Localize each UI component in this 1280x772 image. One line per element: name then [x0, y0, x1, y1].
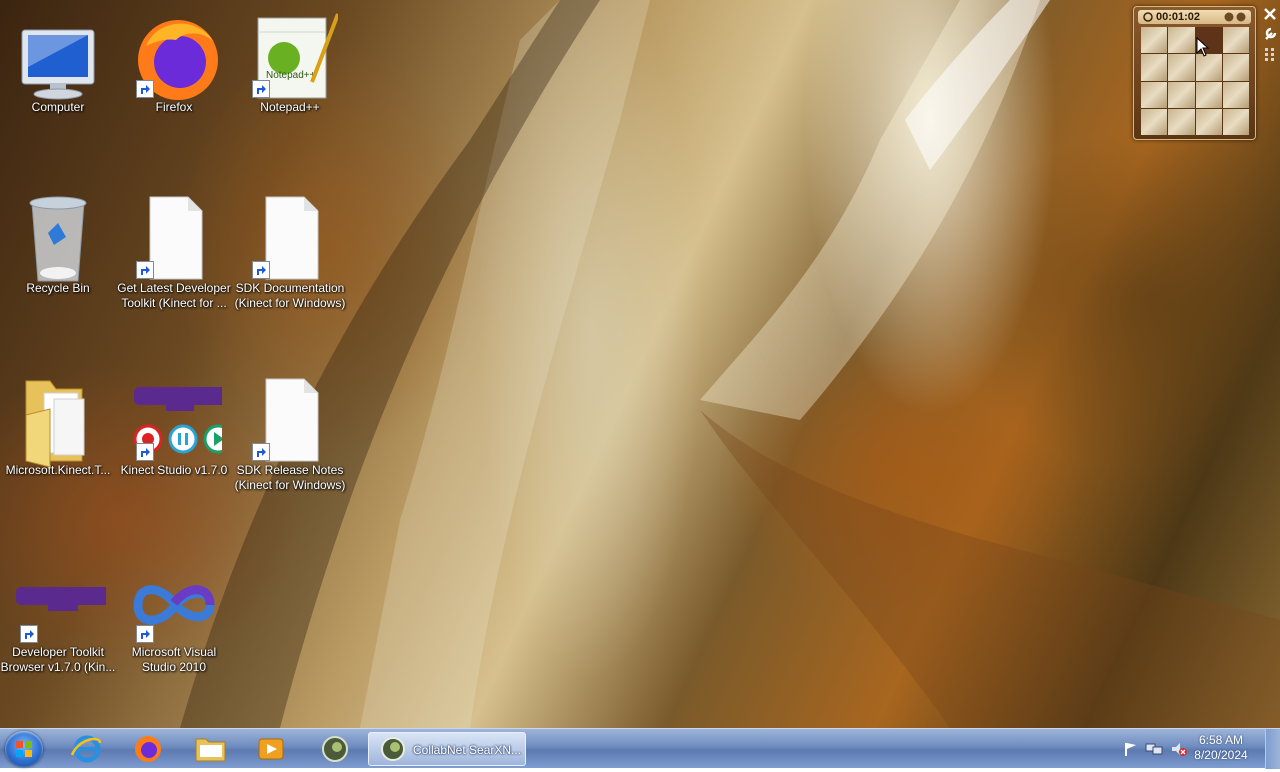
- taskbar-pinned-internet-explorer[interactable]: [70, 733, 104, 765]
- gadget-help-icon[interactable]: [1224, 12, 1248, 22]
- puzzle-gadget[interactable]: 00:01:02: [1133, 6, 1256, 140]
- desktop-icon-computer[interactable]: Computer: [0, 12, 116, 115]
- taskbar-clock[interactable]: 6:58 AM 8/20/2024: [1186, 733, 1256, 763]
- clock-time: 6:58 AM: [1198, 733, 1244, 747]
- puzzle-grid[interactable]: [1141, 27, 1249, 135]
- collabnet-icon: [381, 737, 405, 761]
- puzzle-tile[interactable]: [1168, 108, 1195, 135]
- shortcut-arrow-icon: [136, 625, 154, 643]
- gadget-side-controls: [1262, 6, 1278, 66]
- desktop-icon-kinect-studio[interactable]: Kinect Studio v1.7.0: [116, 375, 233, 478]
- shortcut-arrow-icon: [252, 261, 270, 279]
- desktop-icon-label: SDK Documentation (Kinect for Windows): [234, 281, 346, 310]
- puzzle-tile[interactable]: [1168, 54, 1195, 81]
- puzzle-tile[interactable]: [1222, 27, 1249, 54]
- gadget-timer-bar: 00:01:02: [1138, 10, 1251, 24]
- internet-explorer-icon: [70, 735, 102, 763]
- taskbar-pinned-media-player[interactable]: [254, 733, 288, 765]
- firefox-icon: [135, 736, 161, 762]
- puzzle-tile[interactable]: [1168, 81, 1195, 108]
- puzzle-tile[interactable]: [1141, 108, 1168, 135]
- taskbar-active-window[interactable]: CollabNet SearXN...: [368, 732, 526, 766]
- show-desktop-button[interactable]: [1265, 729, 1280, 769]
- start-button[interactable]: [5, 731, 43, 767]
- shortcut-arrow-icon: [136, 443, 154, 461]
- puzzle-tile[interactable]: [1195, 81, 1222, 108]
- desktop-icon-label: Get Latest Developer Toolkit (Kinect for…: [117, 281, 231, 310]
- taskbar-pinned-collabnet[interactable]: [318, 733, 352, 765]
- puzzle-tile[interactable]: [1141, 54, 1168, 81]
- desktop-icon-firefox[interactable]: Firefox: [116, 12, 232, 115]
- puzzle-tile[interactable]: [1195, 54, 1222, 81]
- gadget-drag-handle-icon[interactable]: [1262, 46, 1278, 62]
- desktop-icon-label: SDK Release Notes (Kinect for Windows): [234, 463, 346, 492]
- collabnet-icon: [322, 736, 348, 762]
- desktop-icon-microsoft-kinect-folder[interactable]: Microsoft.Kinect.T...: [0, 375, 116, 478]
- gadget-close-icon[interactable]: [1262, 6, 1278, 22]
- shortcut-arrow-icon: [136, 80, 154, 98]
- shortcut-arrow-icon: [136, 261, 154, 279]
- desktop-icon-developer-toolkit-browser[interactable]: Developer Toolkit Browser v1.7.0 (Kin...: [0, 557, 116, 675]
- action-center-flag-icon[interactable]: [1122, 741, 1138, 757]
- windows-logo-icon: [16, 741, 32, 757]
- shortcut-arrow-icon: [252, 80, 270, 98]
- desktop-icon-recycle-bin[interactable]: Recycle Bin: [0, 193, 116, 296]
- computer-icon: [21, 29, 95, 100]
- media-player-icon: [258, 738, 284, 760]
- recycle-bin-icon: [29, 196, 87, 282]
- puzzle-tile[interactable]: [1195, 108, 1222, 135]
- taskbar-pinned-firefox[interactable]: [131, 733, 165, 765]
- desktop-icon-label: Developer Toolkit Browser v1.7.0 (Kin...: [0, 645, 116, 674]
- desktop-icon-sdk-documentation[interactable]: SDK Documentation (Kinect for Windows): [232, 193, 348, 311]
- puzzle-tile[interactable]: [1222, 54, 1249, 81]
- desktop-icon-visual-studio-2010[interactable]: Microsoft Visual Studio 2010: [116, 557, 232, 675]
- gadget-timer: 00:01:02: [1156, 11, 1201, 23]
- desktop-icon-label: Microsoft Visual Studio 2010: [131, 645, 217, 674]
- puzzle-tile[interactable]: [1168, 27, 1195, 54]
- desktop-icon-get-latest-developer-toolkit[interactable]: Get Latest Developer Toolkit (Kinect for…: [116, 193, 232, 311]
- mouse-cursor-icon: [1196, 37, 1210, 57]
- puzzle-tile[interactable]: [1222, 81, 1249, 108]
- desktop-icon-sdk-release-notes[interactable]: SDK Release Notes (Kinect for Windows): [232, 375, 348, 493]
- network-icon[interactable]: [1145, 741, 1163, 757]
- puzzle-tile[interactable]: [1141, 81, 1168, 108]
- puzzle-tile[interactable]: [1141, 27, 1168, 54]
- desktop-icon-notepad-plus-plus[interactable]: Notepad++ Notepad++: [232, 12, 348, 115]
- gadget-options-icon[interactable]: [1262, 26, 1278, 42]
- clock-icon: [1143, 12, 1153, 22]
- taskbar: CollabNet SearXN... 6:58 AM 8/20/2024: [0, 728, 1280, 769]
- clock-date: 8/20/2024: [1194, 748, 1248, 762]
- windows-explorer-icon: [195, 738, 226, 762]
- folder-icon: [25, 380, 85, 468]
- shortcut-arrow-icon: [20, 625, 38, 643]
- taskbar-active-window-label: CollabNet SearXN...: [413, 743, 522, 757]
- puzzle-tile[interactable]: [1222, 108, 1249, 135]
- taskbar-pinned-windows-explorer[interactable]: [192, 733, 230, 765]
- svg-text:Notepad++: Notepad++: [266, 70, 316, 81]
- shortcut-arrow-icon: [252, 443, 270, 461]
- desktop-background[interactable]: Computer Firefox Notepad++ Notepad++ Rec…: [0, 0, 1280, 728]
